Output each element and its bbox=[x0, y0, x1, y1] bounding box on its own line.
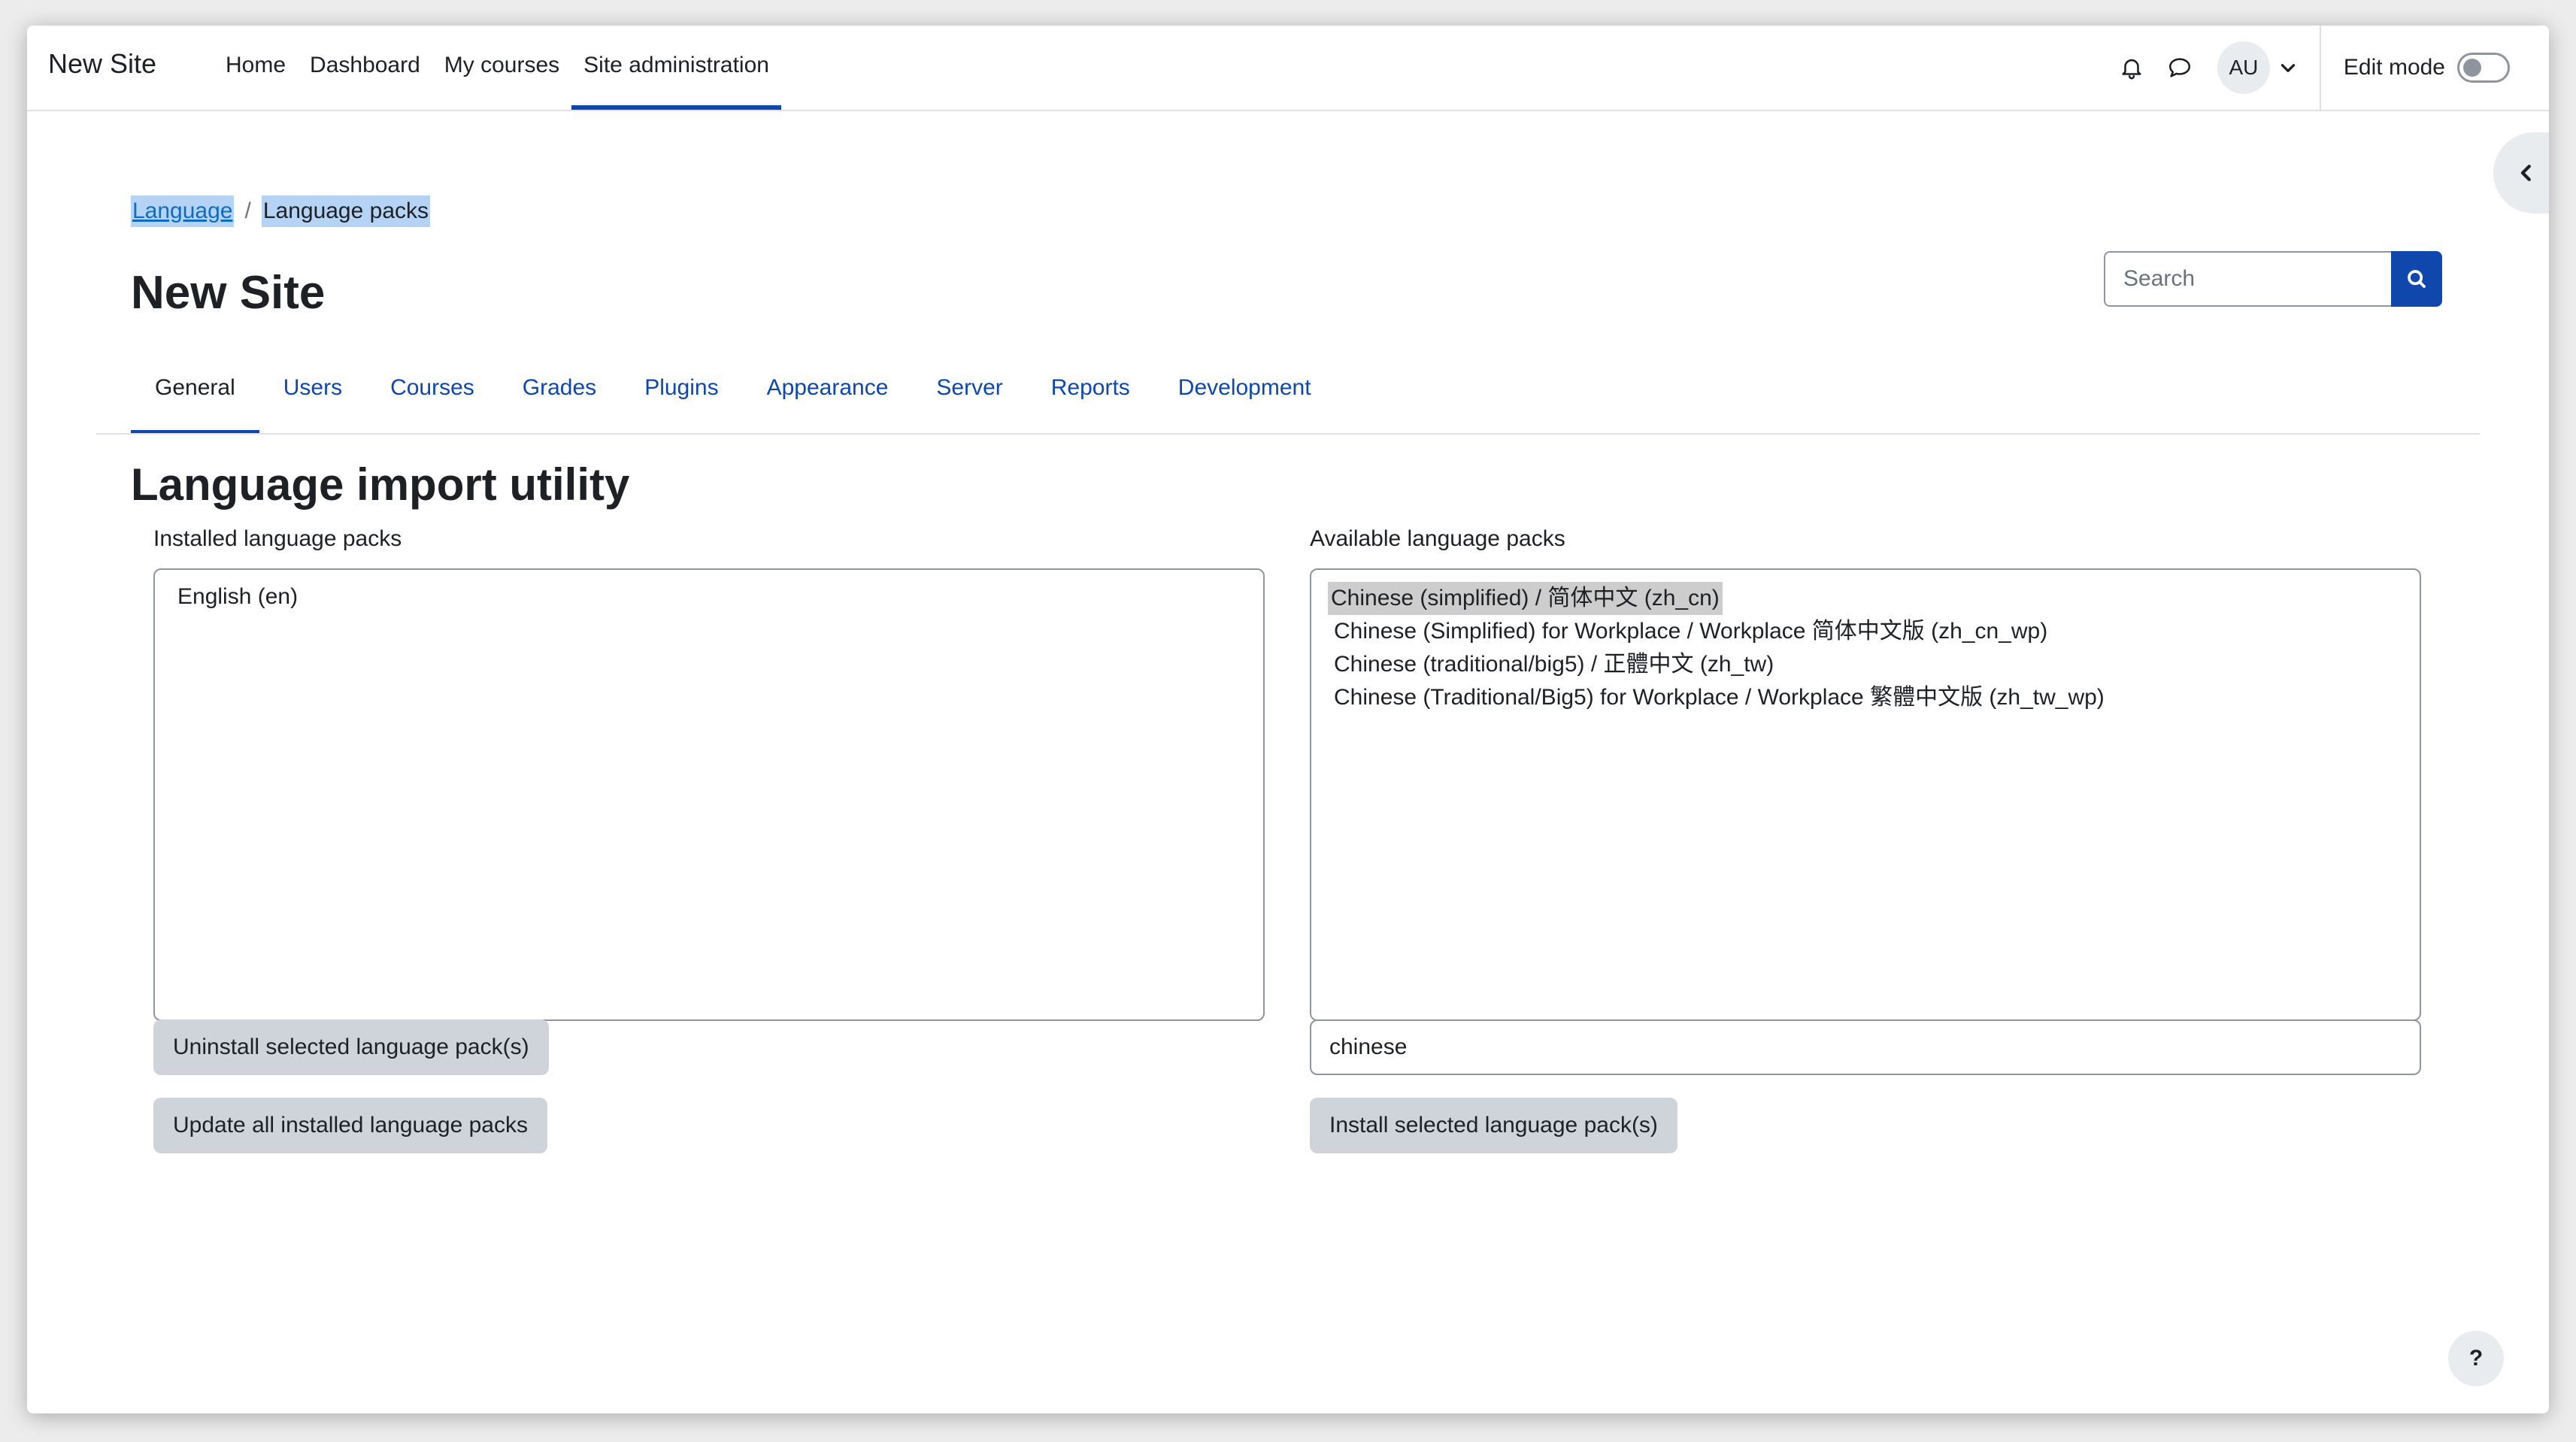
chevron-down-icon bbox=[2281, 64, 2296, 72]
admin-search bbox=[2104, 251, 2442, 307]
uninstall-selected-button[interactable]: Uninstall selected language pack(s) bbox=[153, 1019, 549, 1075]
tabs-divider bbox=[96, 433, 2480, 435]
search-input[interactable] bbox=[2104, 251, 2391, 307]
help-button[interactable]: ? bbox=[2448, 1331, 2504, 1386]
install-selected-button[interactable]: Install selected language pack(s) bbox=[1310, 1098, 1677, 1153]
tab-users[interactable]: Users bbox=[259, 353, 366, 435]
bell-icon bbox=[2122, 59, 2141, 80]
edit-mode-control: Edit mode bbox=[2321, 53, 2549, 83]
nav-dashboard[interactable]: Dashboard bbox=[298, 26, 432, 110]
breadcrumb-language-packs: Language packs bbox=[261, 195, 431, 227]
available-pack-option[interactable]: Chinese (Simplified) for Workplace / Wor… bbox=[1331, 615, 2400, 648]
search-button[interactable] bbox=[2391, 251, 2442, 307]
navbar-user-area: AU Edit mode bbox=[2108, 26, 2549, 110]
nav-site-administration[interactable]: Site administration bbox=[571, 26, 781, 110]
installed-packs-listbox[interactable]: English (en) bbox=[153, 568, 1265, 1021]
tab-appearance[interactable]: Appearance bbox=[743, 353, 913, 435]
search-icon bbox=[2408, 270, 2426, 288]
chevron-left-icon bbox=[2520, 165, 2531, 181]
tab-reports[interactable]: Reports bbox=[1027, 353, 1154, 435]
tab-plugins[interactable]: Plugins bbox=[620, 353, 742, 435]
breadcrumb: Language / Language packs bbox=[131, 195, 431, 227]
available-packs-label: Available language packs bbox=[1310, 526, 1565, 551]
site-brand[interactable]: New Site bbox=[48, 48, 156, 80]
edit-mode-toggle[interactable] bbox=[2457, 53, 2510, 83]
available-pack-option-selected[interactable]: Chinese (simplified) / 简体中文 (zh_cn) bbox=[1328, 582, 1723, 615]
available-pack-option[interactable]: Chinese (traditional/big5) / 正體中文 (zh_tw… bbox=[1331, 648, 2400, 681]
open-block-drawer-button[interactable] bbox=[2493, 132, 2549, 214]
installed-pack-option[interactable]: English (en) bbox=[174, 580, 1244, 613]
browser-window: New Site Home Dashboard My courses Site … bbox=[27, 26, 2549, 1413]
available-pack-option[interactable]: Chinese (Traditional/Big5) for Workplace… bbox=[1331, 681, 2400, 714]
edit-mode-label: Edit mode bbox=[2343, 55, 2445, 80]
tab-development[interactable]: Development bbox=[1154, 353, 1335, 435]
nav-home[interactable]: Home bbox=[214, 26, 298, 110]
breadcrumb-separator: / bbox=[244, 198, 251, 223]
notifications-button[interactable] bbox=[2108, 44, 2156, 92]
tab-general[interactable]: General bbox=[131, 353, 259, 435]
tab-grades[interactable]: Grades bbox=[499, 353, 620, 435]
user-avatar[interactable]: AU bbox=[2217, 41, 2270, 94]
messages-button[interactable] bbox=[2156, 44, 2204, 92]
chat-bubble-icon bbox=[2168, 58, 2190, 77]
user-menu-toggle[interactable] bbox=[2270, 50, 2306, 86]
breadcrumb-language[interactable]: Language bbox=[131, 195, 235, 227]
tab-courses[interactable]: Courses bbox=[366, 353, 499, 435]
tab-server[interactable]: Server bbox=[912, 353, 1026, 435]
nav-my-courses[interactable]: My courses bbox=[432, 26, 571, 110]
primary-navigation: Home Dashboard My courses Site administr… bbox=[214, 26, 781, 110]
admin-tabs: General Users Courses Grades Plugins App… bbox=[131, 353, 1335, 435]
available-packs-listbox[interactable]: Chinese (simplified) / 简体中文 (zh_cn) Chin… bbox=[1310, 568, 2421, 1021]
top-navbar: New Site Home Dashboard My courses Site … bbox=[27, 26, 2549, 111]
installed-packs-label: Installed language packs bbox=[153, 526, 402, 551]
section-title: Language import utility bbox=[131, 459, 630, 510]
update-all-installed-button[interactable]: Update all installed language packs bbox=[153, 1098, 547, 1153]
page-title: New Site bbox=[131, 267, 326, 319]
available-packs-filter-input[interactable]: chinese bbox=[1310, 1019, 2421, 1075]
